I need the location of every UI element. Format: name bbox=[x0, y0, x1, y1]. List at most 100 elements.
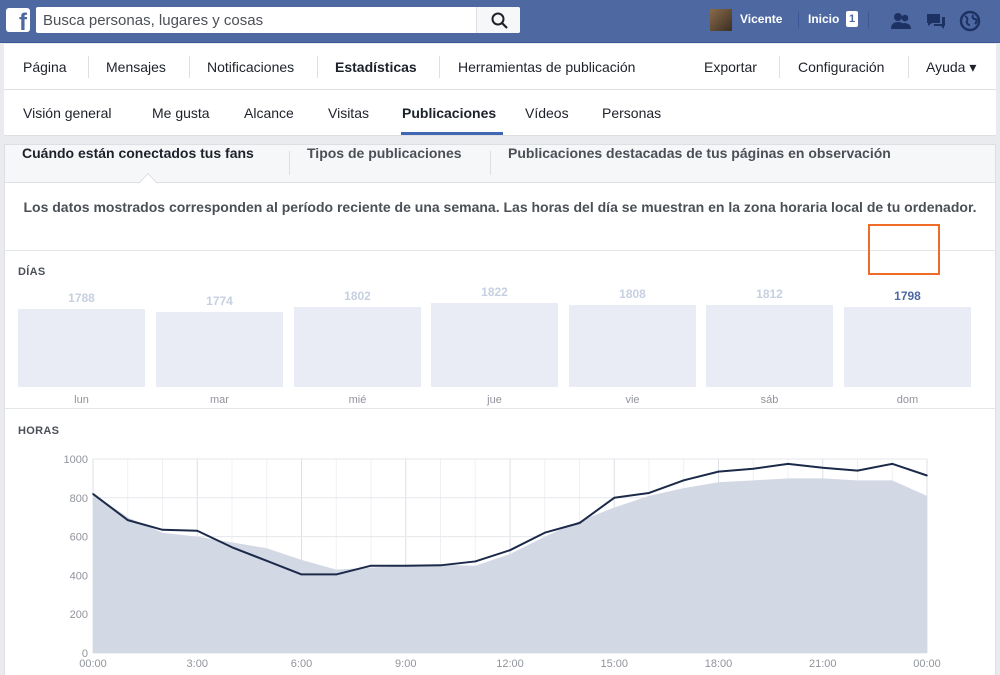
divider bbox=[317, 56, 318, 78]
tab-publicaciones-destacadas[interactable]: Publicaciones destacadas de tus páginas … bbox=[508, 145, 891, 183]
day-bar bbox=[156, 312, 283, 387]
line-point bbox=[161, 529, 164, 531]
day-value: 1822 bbox=[481, 285, 508, 299]
line-point bbox=[509, 549, 511, 551]
day-bar bbox=[431, 303, 558, 387]
messages-icon[interactable] bbox=[924, 9, 948, 33]
divider bbox=[798, 12, 799, 28]
x-tick-label: 9:00 bbox=[395, 658, 416, 670]
day-label: dom bbox=[896, 394, 919, 406]
divider bbox=[490, 151, 491, 175]
tab-vision-general[interactable]: Visión general bbox=[23, 90, 111, 136]
nav-ayuda-dropdown[interactable]: Ayuda ▾ bbox=[926, 44, 976, 90]
search-icon bbox=[491, 12, 508, 29]
days-section-label: DÍAS bbox=[18, 266, 46, 278]
day-label: sáb bbox=[760, 394, 779, 406]
line-point bbox=[370, 564, 372, 567]
line-point bbox=[92, 493, 94, 495]
y-tick-label: 1000 bbox=[64, 454, 88, 466]
hours-chart: 0200400600800100000:00 3:00 6:00 9:00 12:00 1… bbox=[64, 454, 941, 670]
nav-configuracion[interactable]: Configuración bbox=[798, 44, 884, 90]
day-bar bbox=[706, 305, 833, 387]
line-point bbox=[926, 474, 928, 477]
top-bar: f Vicente Inicio 1 bbox=[0, 0, 1000, 43]
y-tick-label: 600 bbox=[70, 532, 88, 544]
day-label: mar bbox=[210, 394, 229, 406]
hours-section-label: HORAS bbox=[18, 425, 60, 437]
selected-day-highlight bbox=[868, 224, 940, 275]
search-box bbox=[36, 7, 520, 33]
user-name: Vicente bbox=[740, 12, 783, 26]
tab-visitas[interactable]: Visitas bbox=[328, 90, 369, 136]
day-value: 1788 bbox=[68, 291, 95, 305]
day-value: 1774 bbox=[206, 294, 233, 308]
facebook-logo-icon[interactable]: f bbox=[6, 8, 30, 32]
line-point bbox=[265, 560, 268, 562]
home-link[interactable]: Inicio bbox=[808, 12, 839, 26]
nav-mensajes[interactable]: Mensajes bbox=[106, 44, 166, 90]
line-point bbox=[474, 560, 477, 563]
day-label: jue bbox=[487, 394, 502, 406]
divider bbox=[189, 56, 190, 78]
tab-alcance[interactable]: Alcance bbox=[244, 90, 294, 136]
line-point bbox=[682, 479, 685, 482]
friend-requests-icon[interactable] bbox=[889, 9, 913, 33]
day-label: vie bbox=[625, 394, 640, 406]
nav-exportar[interactable]: Exportar bbox=[704, 44, 757, 90]
divider bbox=[289, 151, 290, 175]
search-button[interactable] bbox=[476, 7, 520, 33]
day-bar bbox=[569, 305, 696, 387]
nav-herramientas[interactable]: Herramientas de publicación bbox=[458, 44, 635, 90]
date-range-notice: Los datos mostrados corresponden al perí… bbox=[23, 199, 977, 215]
line-point bbox=[335, 573, 338, 576]
tab-personas[interactable]: Personas bbox=[602, 90, 661, 136]
divider bbox=[868, 12, 869, 28]
divider bbox=[779, 56, 780, 78]
line-point bbox=[787, 463, 789, 465]
x-tick-label: 12:00 bbox=[496, 658, 524, 670]
tab-cuando-conectados[interactable]: Cuándo están conectados tus fans bbox=[22, 145, 254, 183]
day-value: 1808 bbox=[619, 287, 646, 301]
notifications-globe-icon[interactable] bbox=[958, 9, 982, 33]
day-bar bbox=[294, 307, 421, 387]
active-tab-indicator bbox=[401, 132, 503, 135]
avatar bbox=[710, 9, 732, 31]
x-tick-label: 18:00 bbox=[705, 658, 733, 670]
home-count-badge: 1 bbox=[846, 11, 858, 27]
tab-publicaciones[interactable]: Publicaciones bbox=[402, 90, 496, 136]
line-point bbox=[231, 546, 233, 549]
tab-me-gusta[interactable]: Me gusta bbox=[152, 90, 210, 136]
x-tick-label: 21:00 bbox=[809, 658, 837, 670]
divider bbox=[439, 56, 440, 78]
nav-pagina[interactable]: Página bbox=[23, 44, 67, 90]
day-value: 1802 bbox=[344, 289, 371, 303]
x-tick-label: 00:00 bbox=[913, 658, 941, 670]
divider bbox=[5, 408, 995, 409]
y-tick-label: 200 bbox=[70, 609, 88, 621]
line-point bbox=[404, 564, 407, 567]
nav-estadisticas[interactable]: Estadísticas bbox=[335, 44, 417, 90]
line-point bbox=[717, 470, 720, 473]
line-point bbox=[821, 466, 824, 469]
day-label: lun bbox=[74, 394, 89, 406]
line-point bbox=[891, 463, 894, 465]
divider bbox=[88, 56, 89, 78]
tab-videos[interactable]: Vídeos bbox=[525, 90, 569, 136]
line-point bbox=[856, 469, 859, 472]
insights-panel: Cuándo están conectados tus fans Tipos d… bbox=[4, 144, 996, 675]
divider bbox=[908, 56, 909, 78]
line-point bbox=[578, 522, 581, 524]
search-input[interactable] bbox=[36, 7, 480, 33]
day-value: 1798 bbox=[894, 289, 921, 303]
line-point bbox=[196, 529, 199, 532]
x-tick-label: 15:00 bbox=[600, 658, 628, 670]
page-nav: Página Mensajes Notificaciones Estadísti… bbox=[4, 44, 996, 90]
nav-notificaciones[interactable]: Notificaciones bbox=[207, 44, 294, 90]
y-tick-label: 400 bbox=[70, 570, 88, 582]
line-point bbox=[752, 467, 755, 470]
insights-sub-nav: Visión general Me gusta Alcance Visitas … bbox=[4, 90, 996, 136]
day-value: 1812 bbox=[756, 287, 783, 301]
line-point bbox=[648, 492, 650, 494]
line-point bbox=[439, 564, 442, 567]
tab-tipos-publicaciones[interactable]: Tipos de publicaciones bbox=[307, 145, 462, 183]
